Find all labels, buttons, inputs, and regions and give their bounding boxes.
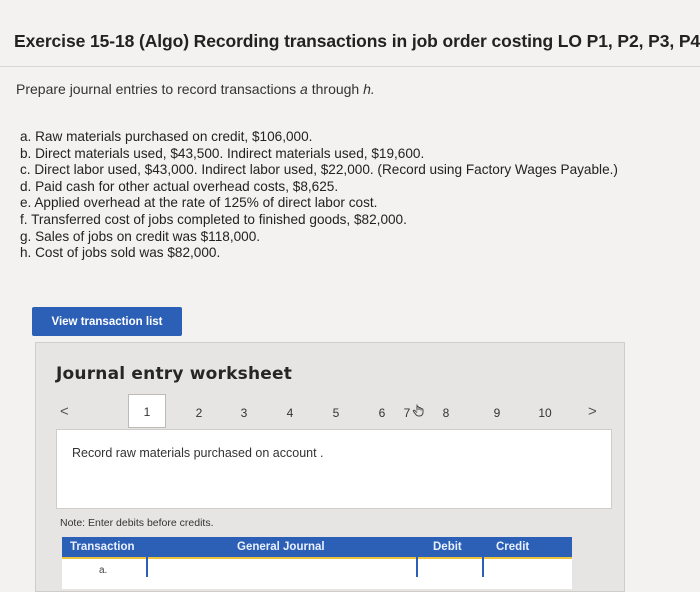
transaction-list: a. Raw materials purchased on credit, $1… bbox=[20, 129, 618, 262]
transaction-item: b. Direct materials used, $43,500. Indir… bbox=[20, 145, 425, 161]
prev-page-icon[interactable]: < bbox=[60, 403, 69, 420]
column-divider bbox=[416, 557, 418, 577]
page-title: Exercise 15-18 (Algo) Recording transact… bbox=[14, 31, 700, 51]
view-transaction-list-button[interactable]: View transaction list bbox=[32, 307, 182, 336]
general-journal-input[interactable] bbox=[147, 559, 417, 589]
page-tab-6[interactable]: 6 bbox=[371, 401, 393, 425]
page-tab-9[interactable]: 9 bbox=[486, 401, 508, 425]
instructions: Prepare journal entries to record transa… bbox=[16, 81, 375, 97]
page-tab-5[interactable]: 5 bbox=[325, 401, 347, 425]
header-general-journal: General Journal bbox=[237, 541, 325, 553]
journal-table-header: Transaction General Journal Debit Credit bbox=[62, 537, 572, 559]
header-transaction: Transaction bbox=[70, 541, 135, 553]
column-divider bbox=[146, 557, 148, 577]
transaction-item: g. Sales of jobs on credit was $118,000. bbox=[20, 228, 261, 244]
credit-input[interactable] bbox=[483, 559, 572, 589]
instructions-h: h. bbox=[363, 81, 375, 97]
table-row: a. bbox=[62, 559, 572, 589]
instructions-through: through bbox=[307, 81, 364, 97]
page-tab-8[interactable]: 8 bbox=[435, 401, 457, 425]
column-divider bbox=[482, 557, 484, 577]
transaction-item: f. Transferred cost of jobs completed to… bbox=[20, 211, 407, 227]
worksheet-pager: < 1 2 3 4 5 6 7 8 9 10 > bbox=[56, 394, 612, 429]
page-tab-2[interactable]: 2 bbox=[188, 401, 210, 425]
next-page-icon[interactable]: > bbox=[588, 403, 597, 420]
header-debit: Debit bbox=[433, 541, 462, 553]
debit-credit-note: Note: Enter debits before credits. bbox=[60, 517, 214, 529]
entry-description-box: Record raw materials purchased on accoun… bbox=[56, 429, 612, 509]
entry-description: Record raw materials purchased on accoun… bbox=[72, 446, 324, 460]
page-tab-1[interactable]: 1 bbox=[128, 394, 166, 428]
instructions-text: Prepare journal entries to record transa… bbox=[16, 81, 301, 97]
page-tab-3[interactable]: 3 bbox=[233, 401, 255, 425]
debit-input[interactable] bbox=[417, 559, 483, 589]
transaction-item: a. Raw materials purchased on credit, $1… bbox=[20, 129, 313, 144]
worksheet-title: Journal entry worksheet bbox=[56, 364, 293, 384]
hand-pointer-icon bbox=[412, 404, 424, 417]
title-divider bbox=[0, 66, 700, 67]
row-transaction-label: a. bbox=[99, 565, 108, 576]
page-tab-4[interactable]: 4 bbox=[279, 401, 301, 425]
transaction-item: c. Direct labor used, $43,000. Indirect … bbox=[20, 162, 618, 178]
instructions-a: a bbox=[300, 81, 308, 97]
header-credit: Credit bbox=[496, 541, 530, 553]
journal-entry-worksheet: Journal entry worksheet < 1 2 3 4 5 6 7 … bbox=[35, 342, 625, 592]
transaction-item: h. Cost of jobs sold was $82,000. bbox=[20, 245, 221, 261]
transaction-item: e. Applied overhead at the rate of 125% … bbox=[20, 195, 378, 211]
transaction-item: d. Paid cash for other actual overhead c… bbox=[20, 178, 339, 194]
page-tab-10[interactable]: 10 bbox=[534, 401, 556, 425]
journal-table: Transaction General Journal Debit Credit… bbox=[62, 537, 572, 589]
